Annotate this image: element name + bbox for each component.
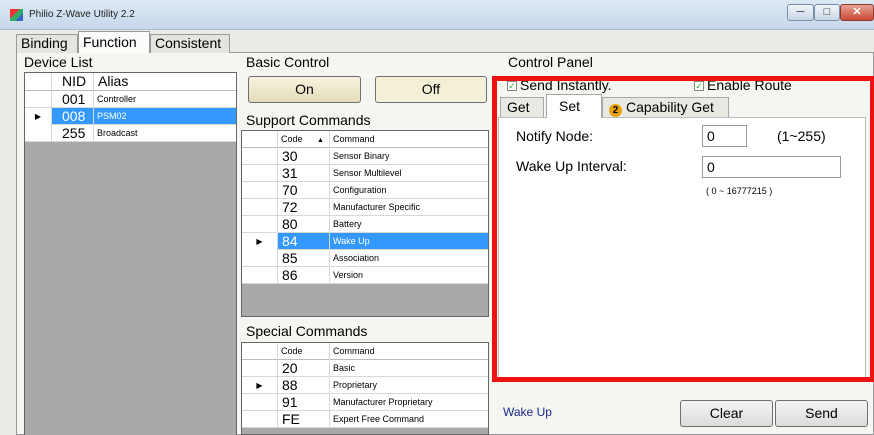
table-row[interactable]: 30 Sensor Binary <box>242 148 488 165</box>
close-button[interactable]: ✕ <box>840 4 874 21</box>
device-list-grid[interactable]: NID Alias 001 Controller ▶ 008 PSM02 255… <box>24 72 237 435</box>
command-cell: Wake Up <box>333 236 370 246</box>
table-row[interactable]: 31 Sensor Multilevel <box>242 165 488 182</box>
tab-capability-get[interactable]: 2 Capability Get <box>602 97 729 117</box>
command-cell: Battery <box>333 219 362 229</box>
special-commands-header: Code Command <box>242 343 488 360</box>
send-instantly-checkbox[interactable]: ✓ Send Instantly. <box>507 77 612 93</box>
enable-route-checkbox[interactable]: ✓ Enable Route <box>694 77 792 93</box>
support-commands-grid[interactable]: Code ▲ Command 30 Sensor Binary 31 Senso… <box>241 130 489 317</box>
device-list-title: Device List <box>24 54 93 70</box>
wake-up-interval-range: ( 0 ~ 16777215 ) <box>706 186 773 196</box>
table-row[interactable]: ▶ 88 Proprietary <box>242 377 488 394</box>
column-header-code[interactable]: Code <box>278 343 330 360</box>
support-commands-title: Support Commands <box>246 112 371 128</box>
code-cell: 85 <box>278 250 330 267</box>
tab-consistent[interactable]: Consistent <box>150 34 230 53</box>
special-commands-grid[interactable]: Code Command 20 Basic ▶ 88 Proprietary 9… <box>241 342 489 435</box>
column-header-command[interactable]: Command <box>330 343 488 360</box>
table-row[interactable]: 20 Basic <box>242 360 488 377</box>
off-button[interactable]: Off <box>375 76 487 103</box>
table-row[interactable]: 85 Association <box>242 250 488 267</box>
row-pointer-icon: ▶ <box>25 108 52 125</box>
table-row[interactable]: 86 Version <box>242 267 488 284</box>
code-cell: 72 <box>278 199 330 216</box>
tab-binding[interactable]: Binding <box>16 34 78 53</box>
code-cell: 86 <box>278 267 330 284</box>
code-cell: 84 <box>278 233 330 250</box>
column-header-nid[interactable]: NID <box>52 73 94 91</box>
step-number-icon: 2 <box>609 104 622 117</box>
nid-cell: 255 <box>52 125 94 142</box>
command-cell: Sensor Multilevel <box>333 168 402 178</box>
table-row[interactable]: 80 Battery <box>242 216 488 233</box>
command-cell: Basic <box>333 363 356 373</box>
table-row[interactable]: 91 Manufacturer Proprietary <box>242 394 488 411</box>
command-cell: Version <box>333 270 364 280</box>
column-header-command[interactable]: Command <box>330 131 488 148</box>
command-cell: Manufacturer Specific <box>333 202 421 212</box>
send-instantly-label: Send Instantly. <box>520 77 612 93</box>
nid-cell: 001 <box>52 91 94 108</box>
code-cell: 88 <box>278 377 330 394</box>
code-cell: 70 <box>278 182 330 199</box>
wake-up-interval-label: Wake Up Interval: <box>516 158 627 174</box>
tab-function[interactable]: Function <box>78 31 150 53</box>
row-pointer-icon: ▶ <box>242 233 278 250</box>
alias-cell: PSM02 <box>97 111 127 121</box>
tab-set[interactable]: Set <box>546 94 602 118</box>
command-cell: Proprietary <box>333 380 378 390</box>
command-cell: Association <box>333 253 380 263</box>
command-cell: Configuration <box>333 185 387 195</box>
selected-command-status: Wake Up <box>503 405 552 419</box>
table-row[interactable]: 70 Configuration <box>242 182 488 199</box>
table-row[interactable]: 255 Broadcast <box>25 125 236 142</box>
check-icon: ✓ <box>694 81 704 92</box>
code-cell: 20 <box>278 360 330 377</box>
minimize-button[interactable]: ─ <box>787 4 814 21</box>
maximize-button[interactable]: □ <box>814 4 840 21</box>
table-row[interactable]: FE Expert Free Command <box>242 411 488 428</box>
column-header-alias[interactable]: Alias <box>94 73 236 91</box>
title-bar: Philio Z-Wave Utility 2.2 ─ □ ✕ <box>0 0 874 30</box>
device-list-header: NID Alias <box>25 73 236 91</box>
code-cell: 30 <box>278 148 330 165</box>
notify-node-input[interactable]: 0 <box>702 125 747 147</box>
app-window: Philio Z-Wave Utility 2.2 ─ □ ✕ Binding … <box>0 0 874 435</box>
tab-get[interactable]: Get <box>500 97 544 117</box>
row-pointer-icon: ▶ <box>242 377 278 394</box>
command-cell: Expert Free Command <box>333 414 425 424</box>
table-row[interactable]: 72 Manufacturer Specific <box>242 199 488 216</box>
column-header-code[interactable]: Code ▲ <box>278 131 330 148</box>
command-cell: Manufacturer Proprietary <box>333 397 433 407</box>
send-button[interactable]: Send <box>775 400 868 427</box>
alias-cell: Broadcast <box>97 128 138 138</box>
code-cell: 80 <box>278 216 330 233</box>
clear-button[interactable]: Clear <box>680 400 773 427</box>
capability-get-label: Capability Get <box>626 99 714 115</box>
table-row-selected[interactable]: ▶ 84 Wake Up <box>242 233 488 250</box>
check-icon: ✓ <box>507 81 517 92</box>
window-title: Philio Z-Wave Utility 2.2 <box>29 9 135 20</box>
basic-control-title: Basic Control <box>246 54 330 70</box>
enable-route-label: Enable Route <box>707 77 792 93</box>
alias-cell: Controller <box>97 94 137 104</box>
notify-node-range: (1~255) <box>777 128 826 144</box>
control-panel-title: Control Panel <box>508 54 593 70</box>
table-row-selected[interactable]: ▶ 008 PSM02 <box>25 108 236 125</box>
sort-ascending-icon: ▲ <box>317 137 324 144</box>
code-cell: 91 <box>278 394 330 411</box>
command-cell: Sensor Binary <box>333 151 390 161</box>
support-commands-header: Code ▲ Command <box>242 131 488 148</box>
notify-node-label: Notify Node: <box>516 128 594 144</box>
wake-up-interval-input[interactable]: 0 <box>702 156 841 178</box>
on-button[interactable]: On <box>248 76 361 103</box>
app-logo-icon <box>10 9 23 21</box>
code-cell: FE <box>278 411 330 428</box>
special-commands-title: Special Commands <box>246 323 368 339</box>
code-cell: 31 <box>278 165 330 182</box>
nid-cell: 008 <box>52 108 94 125</box>
table-row[interactable]: 001 Controller <box>25 91 236 108</box>
